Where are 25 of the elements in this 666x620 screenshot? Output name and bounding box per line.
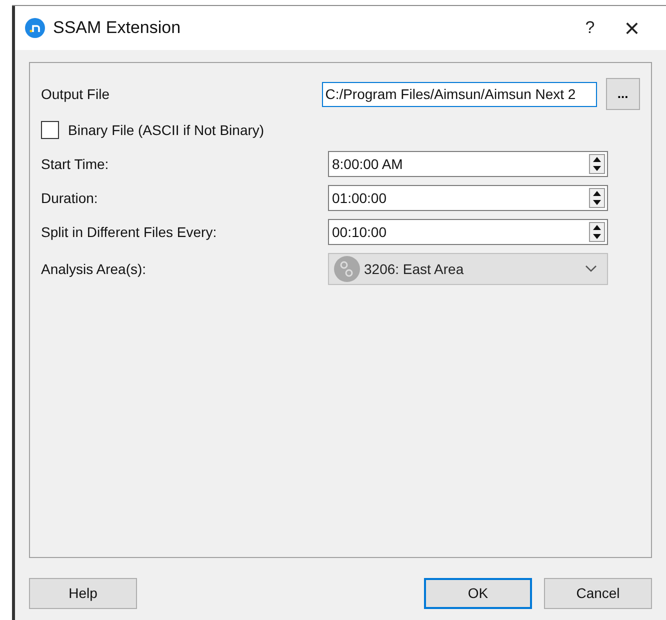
area-icon: [334, 256, 360, 282]
close-button[interactable]: ×: [610, 15, 654, 41]
field-label: Duration:: [41, 188, 99, 208]
binary-file-checkbox[interactable]: [41, 121, 59, 139]
output-file-field[interactable]: C:/Program Files/Aimsun/Aimsun Next 2: [322, 82, 597, 106]
spin-field[interactable]: 8:00:00 AM: [328, 151, 608, 177]
field-label: Split in Different Files Every:: [41, 222, 218, 242]
spin-arrows-icon[interactable]: [589, 222, 605, 242]
spin-field[interactable]: 01:00:00: [328, 185, 608, 211]
output-file-label: Output File: [41, 84, 110, 104]
browse-button[interactable]: ...: [606, 78, 640, 110]
dialog-button[interactable]: Cancel: [544, 578, 652, 609]
spin-arrows-icon[interactable]: [589, 154, 605, 174]
dialog-button[interactable]: OK: [424, 578, 532, 609]
dialog-button[interactable]: Help: [29, 578, 137, 609]
field-label: Start Time:: [41, 154, 110, 174]
spin-field[interactable]: 00:10:00: [328, 219, 608, 245]
chevron-down-icon: [585, 265, 597, 273]
field-label: Analysis Area(s):: [41, 260, 148, 279]
binary-file-label: Binary File (ASCII if Not Binary): [68, 120, 264, 140]
window-title: SSAM Extension: [53, 17, 181, 40]
app-logo-icon: [25, 18, 45, 38]
help-button[interactable]: ?: [570, 15, 610, 41]
area-dropdown[interactable]: 3206: East Area: [328, 253, 608, 285]
spin-arrows-icon[interactable]: [589, 188, 605, 208]
